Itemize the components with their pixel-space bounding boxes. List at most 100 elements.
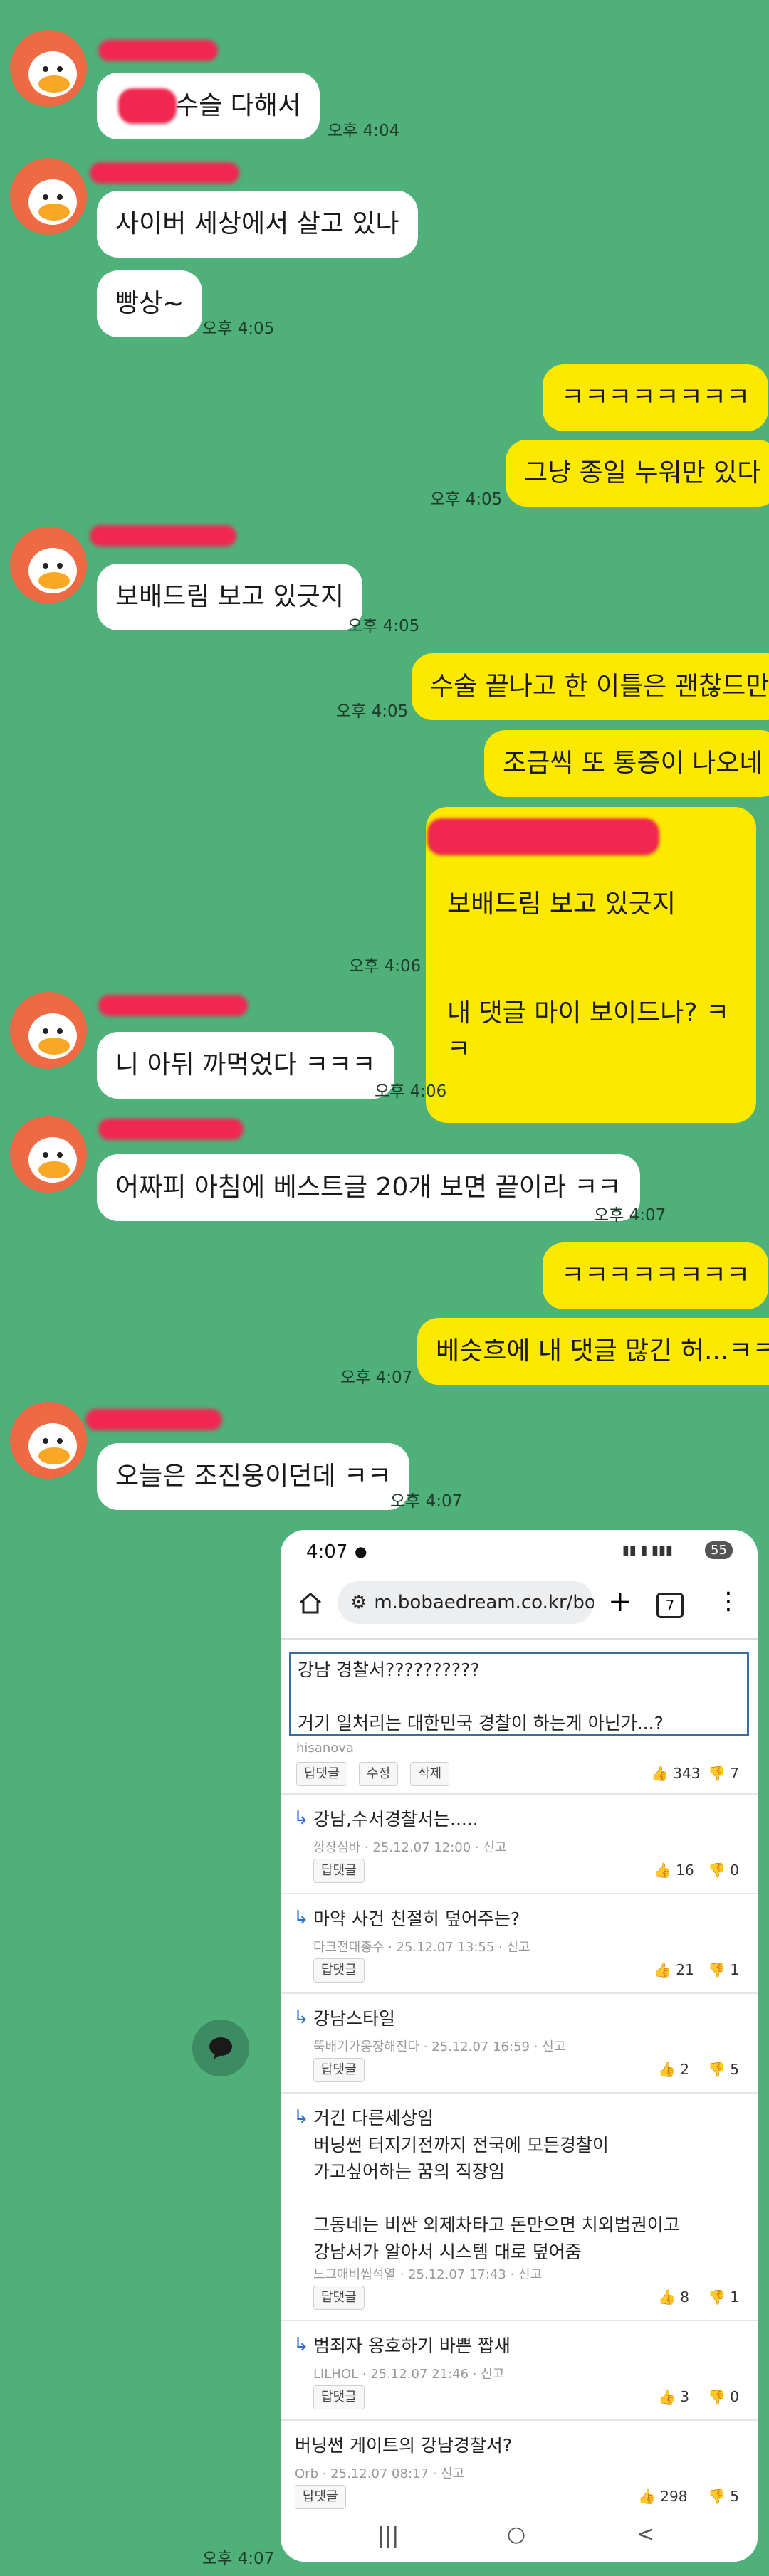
downvote[interactable]: 👎 1 [708,1961,739,1978]
message-bubble[interactable]: 베슷흐에 내 댓글 많긴 허...ㅋㅋ [417,1318,769,1385]
message-text: 베슷흐에 내 댓글 많긴 허...ㅋㅋ [436,1336,769,1366]
android-nav-bar: ||| ○ < [281,2512,758,2562]
reply-arrow-icon: ↳ [293,2007,309,2028]
comment-item[interactable]: ↳ 마약 사건 친절히 덮어주는? 다크전대총수 · 25.12.07 13:5… [281,1893,758,1994]
status-time: 4:07 [306,1541,348,1563]
upvote[interactable]: 👍 16 [654,1862,694,1879]
message-bubble[interactable]: 수술 끝나고 한 이틀은 괜찮드만 [412,653,769,720]
message-bubble[interactable]: 빵상~ [97,270,203,337]
duck-avatar-icon [28,1423,77,1469]
browser-toolbar: ⚙ m.bobaedream.co.kr/boarc + 7 ⋮ [286,1577,752,1628]
message-time: 오후 4:05 [202,320,275,338]
downvote[interactable]: 👎 5 [708,2488,739,2505]
reply-button[interactable]: 답댓글 [313,2385,365,2409]
downvote[interactable]: 👎 5 [708,2061,739,2078]
thumbs-up-icon: 👍 [638,2488,656,2505]
address-bar[interactable]: ⚙ m.bobaedream.co.kr/boarc [338,1581,594,1624]
message-time: 오후 4:07 [594,1206,666,1225]
reply-arrow-icon: ↳ [293,1907,309,1928]
chat-share-icon[interactable] [192,2020,249,2076]
message-bubble[interactable]: 어짜피 아침에 베스트글 20개 보면 끝이라 ㅋㅋ [97,1154,640,1221]
comment-meta: 깡장심바 · 25.12.07 12:00 · 신고 [313,1840,507,1855]
tab-count-button[interactable]: 7 [656,1593,684,1618]
comment-meta: LILHOL · 25.12.07 21:46 · 신고 [313,2367,505,2382]
duck-avatar-icon [28,179,77,225]
delete-button[interactable]: 삭제 [410,1762,450,1786]
comment-text: 강남스타일 [313,2008,396,2029]
reply-button[interactable]: 답댓글 [313,2058,365,2082]
message-bubble[interactable]: 사이버 세상에서 살고 있나 [97,191,418,258]
comment-item[interactable]: ↳ 범죄자 옹호하기 바쁜 짭새 LILHOL · 25.12.07 21:46… [281,2320,758,2421]
sender-name-redacted [85,1409,222,1430]
avatar[interactable] [10,158,87,235]
message-text: 내 댓글 마이 보이드나? ㅋㅋ [447,998,730,1064]
avatar[interactable] [10,1116,87,1193]
edit-button[interactable]: 수정 [359,1762,399,1786]
upvote[interactable]: 👍 343 [651,1765,700,1782]
downvote[interactable]: 👎 0 [708,1862,739,1879]
comment-item[interactable]: ↳ 강남스타일 뚝배기가웅장해진다 · 25.12.07 16:59 · 신고 … [281,1992,758,2094]
chat-notification-icon: ● [355,1543,367,1560]
home-icon[interactable] [296,1588,325,1617]
url-text: m.bobaedream.co.kr/boarc [374,1592,594,1613]
comment-text: 범죄자 옹호하기 바쁜 짭새 [313,2335,511,2356]
message-time: 오후 4:05 [347,617,420,635]
thumbs-down-icon: 👎 [708,1862,726,1879]
duck-avatar-icon [28,1013,77,1059]
message-bubble[interactable]: ㅋㅋㅋㅋㅋㅋㅋㅋ [543,364,768,431]
reply-button[interactable]: 답댓글 [313,1859,365,1883]
upvote[interactable]: 👍 8 [658,2289,689,2306]
avatar[interactable] [10,992,87,1069]
message-bubble[interactable]: 그냥 종일 누워만 있다 [506,440,769,507]
home-nav-icon[interactable]: ○ [507,2522,525,2547]
message-bubble[interactable]: 오늘은 조진웅이던데 ㅋㅋ [97,1443,410,1510]
comment-item[interactable]: 버닝썬 게이트의 강남경찰서? Orb · 25.12.07 08:17 · 신… [281,2419,758,2512]
downvote[interactable]: 👎 1 [708,2289,739,2306]
phone-screenshot[interactable]: 4:07 ● ▮▮ ▮ ▮▮▮ 55 ⚙ m.bobaedream.co.kr/b… [281,1530,758,2562]
comment-item[interactable]: 강남 경찰서?????????? 거기 일처리는 대한민국 경찰이 하는게 아닌… [281,1644,758,1795]
cropped-header-row [281,1628,758,1640]
message-bubble[interactable]: 조금씩 또 통증이 나오네 [484,730,769,797]
avatar[interactable] [10,30,87,107]
avatar[interactable] [10,1402,87,1479]
upvote[interactable]: 👍 2 [658,2061,689,2078]
reply-button[interactable]: 답댓글 [296,1762,347,1786]
downvote[interactable]: 👎 0 [708,2388,739,2405]
message-text: 빵상~ [115,289,184,318]
comment-meta: Orb · 25.12.07 08:17 · 신고 [295,2466,465,2481]
thumbs-down-icon: 👎 [708,2388,726,2405]
reply-button[interactable]: 답댓글 [313,2286,365,2310]
redacted-word [118,88,177,124]
message-text: 사이버 세상에서 살고 있나 [115,209,399,238]
reply-button[interactable]: 답댓글 [313,1958,365,1983]
avatar[interactable] [10,527,87,603]
comment-item[interactable]: ↳ 거긴 다른세상임 버닝썬 터지기전까지 전국에 모든경찰이 가고싶어하는 꿈… [281,2092,758,2321]
upvote[interactable]: 👍 21 [654,1961,694,1978]
upvote[interactable]: 👍 3 [658,2388,689,2405]
message-time: 오후 4:07 [202,2550,275,2568]
thumbs-up-icon: 👍 [651,1765,669,1782]
upvote[interactable]: 👍 298 [638,2488,687,2505]
more-options-icon[interactable]: ⋮ [716,1587,741,1615]
thumbs-down-icon: 👎 [708,2289,726,2306]
message-bubble[interactable]: 보배드림 보고 있긋지 [97,564,362,630]
message-text: 그냥 종일 누워만 있다 [524,458,761,487]
reply-button[interactable]: 답댓글 [295,2485,346,2509]
downvote[interactable]: 👎 7 [708,1765,739,1782]
thumbs-up-icon: 👍 [658,2388,676,2405]
message-text: 조금씩 또 통증이 나오네 [503,749,763,778]
comment-item[interactable]: ↳ 강남,수서경찰서는..... 깡장심바 · 25.12.07 12:00 ·… [281,1793,758,1894]
message-bubble[interactable]: 니 아뒤 까먹었다 ㅋㅋㅋ [97,1032,394,1099]
thumbs-up-icon: 👍 [654,1862,671,1879]
message-bubble[interactable]: ㅋㅋㅋㅋㅋㅋㅋㅋ [543,1242,768,1309]
recents-icon[interactable]: ||| [377,2523,399,2548]
message-time: 오후 4:04 [328,122,400,140]
sender-name-redacted [98,995,248,1016]
back-icon[interactable]: < [637,2522,654,2547]
new-tab-icon[interactable]: + [608,1585,632,1618]
site-settings-icon[interactable]: ⚙ [350,1592,367,1613]
message-text: ㅋㅋㅋㅋㅋㅋㅋㅋ [561,1261,750,1290]
message-time: 오후 4:05 [430,490,503,509]
signal-icons: ▮▮ ▮ ▮▮▮ [622,1543,673,1558]
duck-avatar-icon [28,1137,77,1183]
